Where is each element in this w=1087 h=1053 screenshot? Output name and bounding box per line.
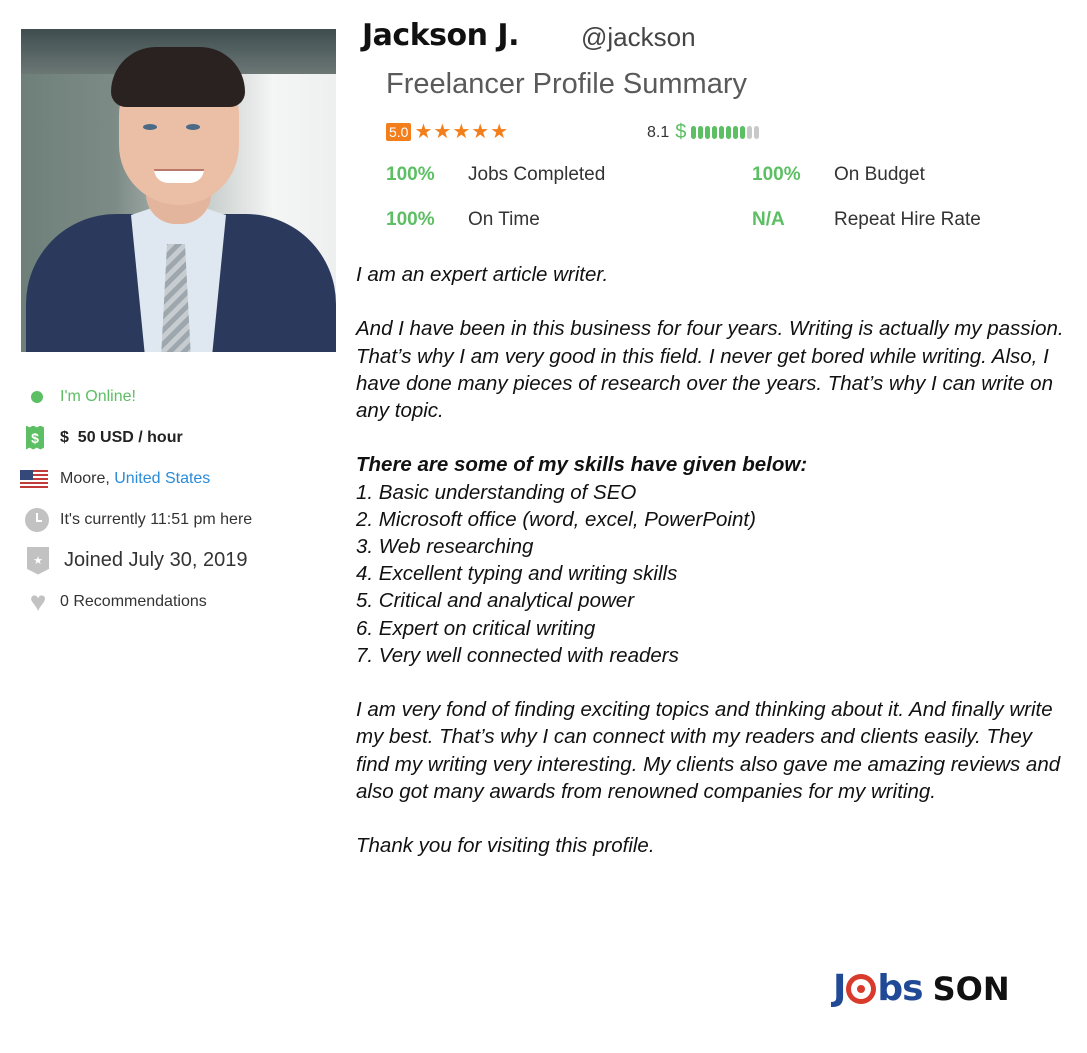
earnings-bar <box>691 126 761 139</box>
logo-son: SON <box>932 969 1010 1008</box>
us-flag-icon <box>20 469 48 488</box>
profile-handle: @jackson <box>581 22 696 52</box>
stat-on-budget: 100% On Budget <box>752 164 925 186</box>
online-status-text: I'm Online! <box>60 387 136 405</box>
clock-icon <box>25 507 49 532</box>
stat-label: Repeat Hire Rate <box>834 209 981 230</box>
online-status: I'm Online! <box>20 376 340 417</box>
skill-item: 1. Basic understanding of SEO <box>356 480 637 504</box>
description-intro: I am an expert article writer. <box>356 263 609 286</box>
recommendations-text: 0 Recommendations <box>60 592 207 610</box>
summary-title: Freelancer Profile Summary <box>386 68 747 100</box>
skills-list: 1. Basic understanding of SEO 2. Microsof… <box>356 479 1066 669</box>
jobsson-logo: J bs SON <box>833 968 1010 1009</box>
description-paragraph-1: And I have been in this business for fou… <box>356 317 1064 422</box>
earnings-bar-segment <box>705 126 711 139</box>
local-time-text: It's currently 11:51 pm here <box>60 510 253 528</box>
earnings-bar-segment <box>754 126 760 139</box>
stat-repeat-hire-rate: N/A Repeat Hire Rate <box>752 209 981 231</box>
money-icon: $ <box>26 425 44 450</box>
earnings-bar-segment <box>698 126 704 139</box>
star-icon: ★ <box>452 121 471 143</box>
hourly-rate: $ $ 50 USD / hour <box>20 417 340 458</box>
earnings-bar-segment <box>726 126 732 139</box>
earnings-score-value: 8.1 <box>647 123 670 141</box>
dollar-icon: $ <box>675 121 687 143</box>
star-icon: ★ <box>471 121 490 143</box>
earnings-bar-segment <box>712 126 718 139</box>
location-city: Moore, <box>60 469 110 487</box>
earnings-bar-segment <box>733 126 739 139</box>
profile-info-list: I'm Online! $ $ 50 USD / hour Moore, Uni… <box>20 376 340 622</box>
stat-value: 100% <box>386 209 435 230</box>
profile-description: I am an expert article writer. And I hav… <box>356 261 1066 859</box>
description-closing: Thank you for visiting this profile. <box>356 834 655 858</box>
stat-label: On Budget <box>834 164 925 185</box>
skills-heading: There are some of my skills have given b… <box>356 453 808 477</box>
star-icon: ★ <box>414 121 433 143</box>
skill-item: 2. Microsoft office (word, excel, PowerP… <box>356 507 756 531</box>
stat-value: 100% <box>752 164 801 185</box>
earnings-bar-segment <box>747 126 753 139</box>
logo-jobs: J bs <box>833 968 924 1009</box>
skill-item: 7. Very well connected with readers <box>356 643 679 667</box>
location-country-link[interactable]: United States <box>114 470 210 488</box>
gear-icon <box>846 973 877 1004</box>
stat-jobs-completed: 100% Jobs Completed <box>386 164 605 186</box>
heart-icon: ♥ <box>29 585 47 617</box>
stat-on-time: 100% On Time <box>386 209 540 231</box>
skill-item: 6. Expert on critical writing <box>356 616 596 640</box>
skill-item: 5. Critical and analytical power <box>356 589 635 613</box>
recommendations: ♥ 0 Recommendations <box>20 581 340 622</box>
stat-value: 100% <box>386 164 435 185</box>
photo-eye-left <box>143 124 157 130</box>
profile-photo <box>21 29 336 352</box>
online-dot-icon <box>31 390 43 403</box>
stat-value: N/A <box>752 209 785 230</box>
stat-label: On Time <box>468 209 540 230</box>
star-icon: ★ <box>433 121 452 143</box>
rating: 5.0 ★ ★ ★ ★ ★ <box>386 122 509 142</box>
joined-date: ★ Joined July 30, 2019 <box>20 540 340 581</box>
earnings-bar-segment <box>719 126 725 139</box>
description-paragraph-2: I am very fond of finding exciting topic… <box>356 698 1061 803</box>
earnings-bar-segment <box>740 126 746 139</box>
location: Moore, United States <box>20 458 340 499</box>
rating-stars: ★ ★ ★ ★ ★ <box>414 122 509 142</box>
badge-star-icon: ★ <box>27 546 49 575</box>
photo-smile <box>154 169 204 183</box>
skill-item: 4. Excellent typing and writing skills <box>356 562 678 586</box>
star-icon: ★ <box>490 121 509 143</box>
profile-name: Jackson J. <box>362 18 519 53</box>
photo-hair <box>111 47 245 107</box>
earnings-score: 8.1 $ <box>647 121 761 144</box>
hourly-rate-text: $ 50 USD / hour <box>60 428 183 446</box>
joined-date-text: Joined July 30, 2019 <box>64 549 248 571</box>
rating-score-badge: 5.0 <box>386 123 412 141</box>
earnings-bar-segment <box>691 126 697 139</box>
skill-item: 3. Web researching <box>356 535 534 558</box>
local-time: It's currently 11:51 pm here <box>20 499 340 540</box>
stat-label: Jobs Completed <box>468 164 606 185</box>
photo-eye-right <box>186 124 200 130</box>
